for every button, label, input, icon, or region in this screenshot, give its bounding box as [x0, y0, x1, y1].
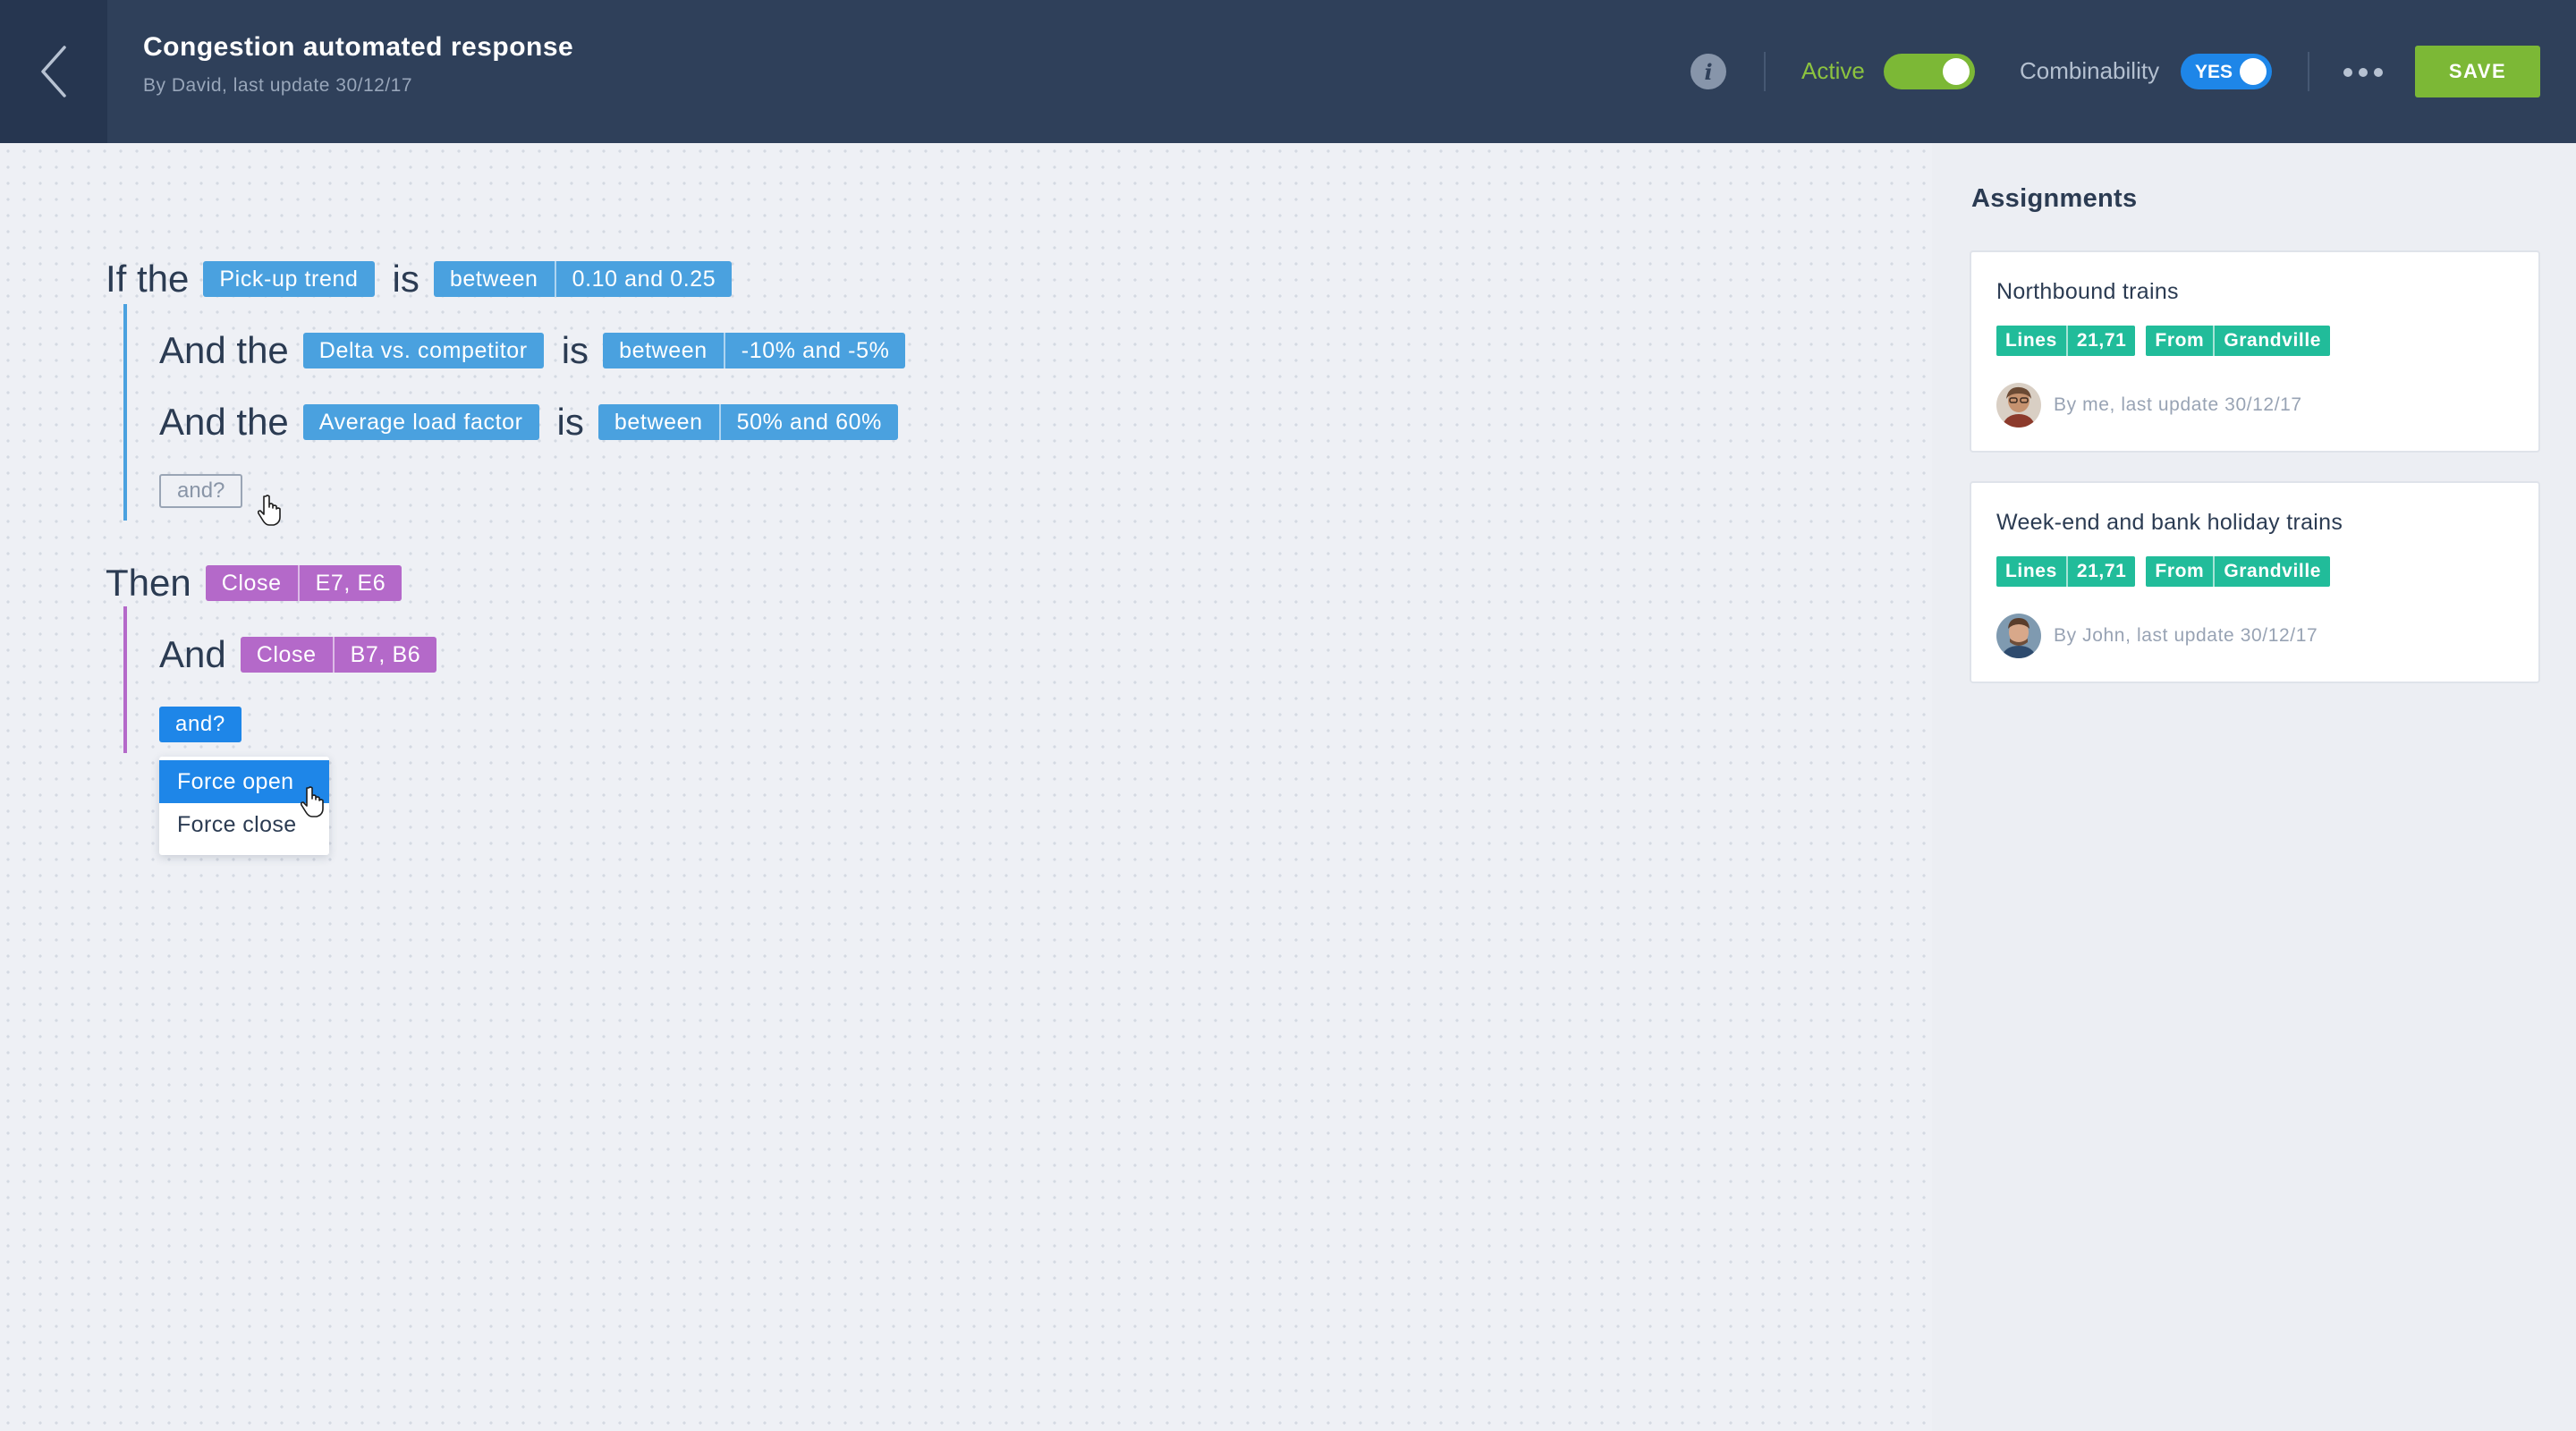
condition-row: If the Pick-up trend is between 0.10 and… [106, 258, 746, 301]
condition-operator[interactable]: between [597, 404, 719, 440]
condition-value[interactable]: 50% and 60% [718, 404, 898, 440]
condition-prefix: If the [106, 258, 190, 300]
action-type[interactable]: Close [240, 637, 333, 673]
condition-field-chip[interactable]: Average load factor [302, 404, 539, 440]
avatar [1996, 383, 2041, 428]
tag-lines: Lines 21,71 [1996, 556, 2136, 587]
tag-key: From [2146, 556, 2214, 587]
active-toggle[interactable] [1884, 54, 1975, 89]
condition-value[interactable]: -10% and -5% [723, 333, 906, 368]
action-type[interactable]: Close [205, 565, 298, 601]
condition-range-chip[interactable]: between 0.10 and 0.25 [433, 261, 733, 297]
action-prefix: And [159, 633, 226, 675]
page-subtitle: By David, last update 30/12/17 [143, 75, 413, 96]
combinability-toggle[interactable]: YES [2181, 54, 2272, 89]
condition-verb: is [556, 401, 584, 443]
add-condition-button[interactable]: and? [159, 474, 243, 508]
condition-operator[interactable]: between [433, 261, 555, 297]
toggle-knob [2240, 58, 2267, 85]
tag-key: From [2146, 326, 2214, 356]
action-chip[interactable]: Close B7, B6 [240, 637, 437, 673]
assignment-title: Week-end and bank holiday trains [1996, 510, 2343, 535]
title-block: Congestion automated response By David, … [143, 32, 573, 97]
tag-from: From Grandville [2146, 326, 2331, 356]
condition-verb: is [392, 258, 419, 300]
assignments-panel: Assignments Northbound trains Lines 21,7… [1932, 143, 2576, 1431]
condition-value[interactable]: 0.10 and 0.25 [554, 261, 733, 297]
hand-cursor-icon [301, 786, 324, 817]
action-prefix: Then [106, 562, 191, 604]
assignments-title: Assignments [1971, 184, 2138, 213]
condition-row: And the Delta vs. competitor is between … [159, 329, 919, 372]
action-chip[interactable]: Close E7, E6 [205, 565, 402, 601]
condition-branch-line [123, 304, 127, 521]
user-avatar-icon [1996, 614, 2041, 658]
more-options-icon[interactable] [2343, 59, 2383, 86]
condition-prefix: And the [159, 401, 289, 443]
assignment-author: By me, last update 30/12/17 [2054, 394, 2302, 415]
save-button[interactable]: SAVE [2415, 46, 2540, 97]
condition-field-chip[interactable]: Delta vs. competitor [302, 333, 544, 368]
divider [2308, 52, 2309, 91]
info-icon[interactable]: i [1690, 54, 1726, 89]
action-row: Then Close E7, E6 [106, 562, 416, 605]
tag-value: Grandville [2213, 326, 2331, 356]
add-action-button[interactable]: and? [159, 707, 242, 742]
tag-value: 21,71 [2065, 326, 2136, 356]
assignment-meta: By me, last update 30/12/17 [1996, 383, 2302, 428]
assignment-meta: By John, last update 30/12/17 [1996, 614, 2318, 658]
condition-verb: is [561, 329, 589, 371]
condition-field-chip[interactable]: Pick-up trend [203, 261, 375, 297]
tag-value: 21,71 [2065, 556, 2136, 587]
tag-lines: Lines 21,71 [1996, 326, 2136, 356]
tag-from: From Grandville [2146, 556, 2331, 587]
assignment-card[interactable]: Week-end and bank holiday trains Lines 2… [1970, 481, 2540, 683]
condition-range-chip[interactable]: between -10% and -5% [603, 333, 906, 368]
assignment-author: By John, last update 30/12/17 [2054, 625, 2318, 646]
tag-key: Lines [1996, 556, 2066, 587]
assignment-card[interactable]: Northbound trains Lines 21,71 From Grand… [1970, 250, 2540, 453]
action-target[interactable]: B7, B6 [332, 637, 437, 673]
avatar [1996, 614, 2041, 658]
divider [1764, 52, 1766, 91]
hand-cursor-icon [258, 495, 281, 526]
combinability-label: Combinability [2020, 57, 2160, 84]
back-button[interactable] [0, 0, 107, 143]
condition-range-chip[interactable]: between 50% and 60% [597, 404, 898, 440]
dot [2374, 68, 2383, 77]
condition-operator[interactable]: between [603, 333, 724, 368]
condition-row: And the Average load factor is between 5… [159, 401, 912, 444]
action-row: And Close B7, B6 [159, 633, 451, 676]
condition-prefix: And the [159, 329, 289, 371]
assignment-title: Northbound trains [1996, 279, 2179, 304]
assignment-tags: Lines 21,71 From Grandville [1996, 556, 2341, 587]
active-label: Active [1801, 57, 1865, 84]
tag-value: Grandville [2213, 556, 2331, 587]
dot [2359, 68, 2368, 77]
toggle-knob [1943, 58, 1970, 85]
dot [2343, 68, 2352, 77]
assignment-tags: Lines 21,71 From Grandville [1996, 326, 2341, 356]
combinability-value: YES [2195, 62, 2233, 82]
top-bar: Congestion automated response By David, … [0, 0, 2576, 143]
action-target[interactable]: E7, E6 [297, 565, 402, 601]
page-title: Congestion automated response [143, 32, 574, 62]
user-avatar-icon [1996, 383, 2041, 428]
action-branch-line [123, 606, 127, 753]
tag-key: Lines [1996, 326, 2066, 356]
chevron-left-icon [41, 46, 66, 97]
